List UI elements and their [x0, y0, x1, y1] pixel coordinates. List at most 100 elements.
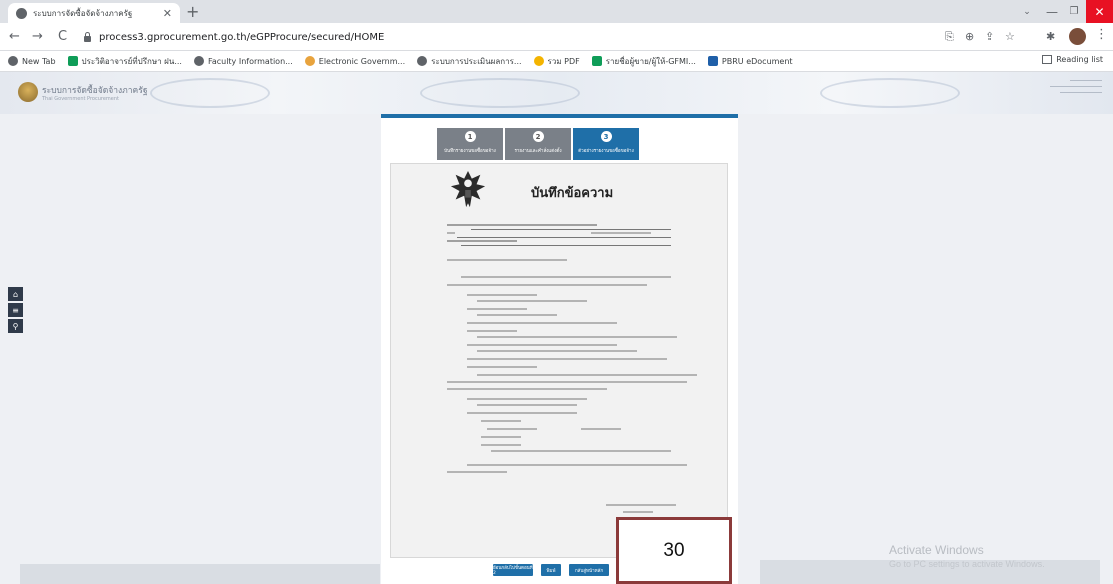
- text-line: [491, 450, 671, 452]
- globe-icon: [417, 56, 428, 66]
- text-line: [447, 232, 455, 234]
- translate-icon[interactable]: ⎘: [945, 29, 954, 45]
- text-line: [447, 388, 607, 390]
- menu-icon[interactable]: ≡: [8, 303, 23, 317]
- browser-menu-icon[interactable]: ⋮: [1095, 27, 1108, 42]
- bookmark-item[interactable]: PBRU eDocument: [707, 56, 793, 66]
- text-line: [481, 436, 521, 438]
- memo-preview: บันทึกข้อความ: [390, 163, 728, 558]
- garuda-emblem-icon: [450, 171, 486, 208]
- text-line: [447, 284, 647, 286]
- action-bar: ย้อนกลับไปขั้นตอนที่ 2 พิมพ์ กลับสู่หน้า…: [493, 564, 617, 576]
- underline: [471, 229, 671, 230]
- bookmark-item[interactable]: รวม PDF: [533, 55, 580, 68]
- text-line: [477, 314, 557, 316]
- memo-title: บันทึกข้อความ: [531, 186, 614, 201]
- browser-tab[interactable]: ระบบการจัดซื้อจัดจ้างภาครัฐ ✕: [8, 3, 180, 23]
- text-line: [467, 398, 587, 400]
- document-panel: 1 บันทึกรายงานขอซื้อขอจ้าง 2 รายงานและคำ…: [381, 114, 738, 584]
- leaf-icon: [304, 56, 315, 66]
- step-2[interactable]: 2 รายงานและคำสั่งแต่งตั้ง: [505, 128, 571, 160]
- text-line: [477, 336, 677, 338]
- forward-button[interactable]: →: [32, 28, 43, 46]
- reading-list-button[interactable]: Reading list: [1042, 55, 1103, 64]
- window-close-button[interactable]: ✕: [1086, 0, 1113, 23]
- tab-search-icon[interactable]: ⌄: [1017, 0, 1037, 23]
- text-line: [447, 240, 517, 242]
- activate-windows-watermark: Activate Windows Go to PC settings to ac…: [889, 543, 1045, 569]
- browser-toolbar: ← → C process3.gprocurement.go.th/eGPPro…: [0, 23, 1113, 51]
- extensions-icon[interactable]: ✱: [1046, 29, 1055, 45]
- step-1[interactable]: 1 บันทึกรายงานขอซื้อขอจ้าง: [437, 128, 503, 160]
- text-line: [481, 444, 521, 446]
- page-content: ระบบการจัดซื้อจัดจ้างภาครัฐ Thai Governm…: [0, 72, 1113, 584]
- user-info-line: [1070, 80, 1102, 81]
- text-line: [467, 412, 577, 414]
- text-line: [467, 308, 527, 310]
- underline: [461, 245, 671, 246]
- text-line: [467, 366, 537, 368]
- globe-icon: [16, 7, 27, 19]
- step-indicator: 1 บันทึกรายงานขอซื้อขอจ้าง 2 รายงานและคำ…: [437, 128, 641, 160]
- profile-avatar[interactable]: [1069, 28, 1086, 45]
- text-line: [447, 381, 687, 383]
- bookmark-item[interactable]: ประวิติอาจารย์ที่ปรึกษา ฝน...: [67, 55, 182, 68]
- background-silhouette: [20, 564, 380, 584]
- home-icon[interactable]: ⌂: [8, 287, 23, 301]
- text-line: [591, 232, 651, 234]
- underline: [457, 237, 671, 238]
- bookmark-star-icon[interactable]: ☆: [1005, 29, 1015, 45]
- signature-line: [606, 504, 676, 506]
- globe-icon: [8, 56, 18, 66]
- address-bar[interactable]: process3.gprocurement.go.th/eGPProcure/s…: [84, 28, 1009, 47]
- user-info-line: [1060, 92, 1102, 93]
- bookmark-item[interactable]: ระบบการประเมินผลการ...: [417, 55, 522, 68]
- bookmark-item[interactable]: Faculty Information...: [193, 56, 293, 66]
- text-line: [461, 276, 671, 278]
- left-toolbar: ⌂ ≡ ⚲: [8, 287, 23, 335]
- user-info-line: [1050, 86, 1102, 87]
- back-button[interactable]: ←: [9, 28, 20, 46]
- tab-strip: ระบบการจัดซื้อจัดจ้างภาครัฐ ✕ + ⌄ — ❐ ✕: [0, 0, 1113, 23]
- search-icon[interactable]: ⚲: [8, 319, 23, 333]
- dots-icon: [533, 56, 544, 66]
- text-line: [467, 344, 617, 346]
- share-icon[interactable]: ⇪: [985, 29, 994, 45]
- tab-close-icon[interactable]: ✕: [163, 7, 172, 20]
- bookmark-item[interactable]: รายชื่อผู้ขาย/ผู้ให้-GFMI...: [591, 55, 696, 68]
- reload-button[interactable]: C: [58, 28, 67, 46]
- back-to-step2-button[interactable]: ย้อนกลับไปขั้นตอนที่ 2: [493, 564, 533, 576]
- text-line: [581, 428, 621, 430]
- text-line: [487, 428, 537, 430]
- banner-ornament: [820, 78, 960, 108]
- new-tab-button[interactable]: +: [186, 3, 199, 21]
- banner-ornament: [420, 78, 580, 108]
- text-line: [467, 330, 517, 332]
- home-page-button[interactable]: กลับสู่หน้าหลัก: [569, 564, 609, 576]
- minimize-button[interactable]: —: [1042, 0, 1062, 23]
- tab-title: ระบบการจัดซื้อจัดจ้างภาครัฐ: [33, 8, 133, 18]
- zoom-icon[interactable]: ⊕: [965, 29, 974, 45]
- bookmark-item[interactable]: New Tab: [8, 56, 56, 66]
- text-line: [447, 259, 567, 261]
- text-line: [467, 322, 617, 324]
- text-line: [477, 404, 577, 406]
- bookmark-item[interactable]: Electronic Governm...: [304, 56, 405, 66]
- step-3[interactable]: 3 ตัวอย่างรายงานขอซื้อขอจ้าง: [573, 128, 639, 160]
- url-text: process3.gprocurement.go.th/eGPProcure/s…: [99, 32, 385, 43]
- text-line: [467, 294, 537, 296]
- bookmarks-bar: New Tab ประวิติอาจารย์ที่ปรึกษา ฝน... Fa…: [0, 51, 1113, 72]
- reading-list-icon: [1042, 55, 1053, 64]
- maximize-button[interactable]: ❐: [1064, 0, 1084, 23]
- plus-square-icon: [67, 56, 78, 66]
- banner-ornament: [150, 78, 270, 108]
- doc-icon: [707, 56, 718, 66]
- text-line: [481, 420, 521, 422]
- text-line: [467, 358, 667, 360]
- text-line: [447, 471, 507, 473]
- signature-line: [623, 511, 653, 513]
- site-logo: [18, 82, 38, 102]
- print-button[interactable]: พิมพ์: [541, 564, 561, 576]
- lock-icon: [84, 31, 91, 42]
- slide-number-box: 30: [616, 517, 732, 584]
